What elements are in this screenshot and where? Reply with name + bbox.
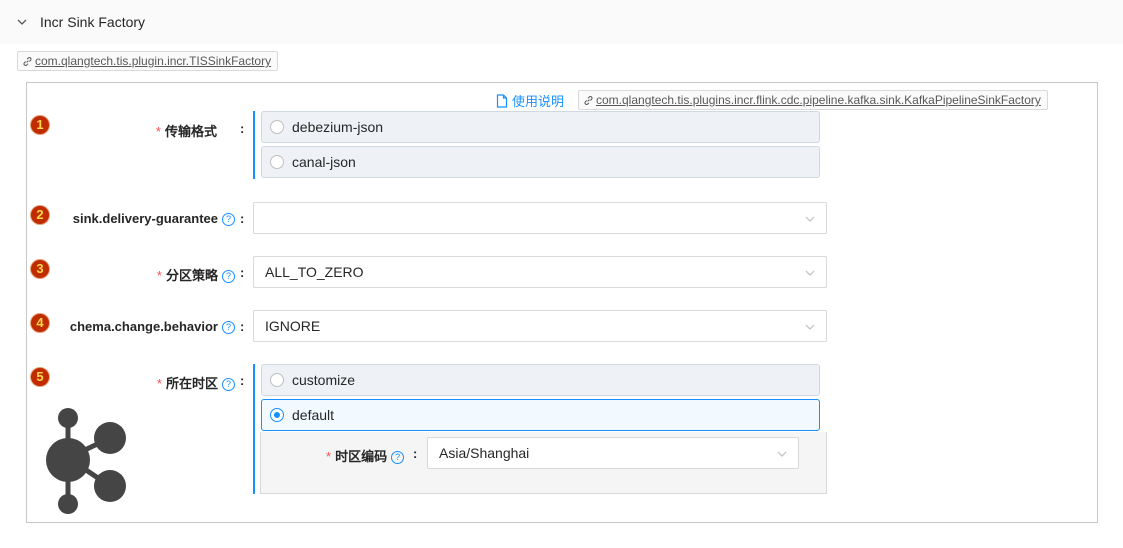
select-value: IGNORE bbox=[265, 318, 321, 334]
field-label-text: sink.delivery-guarantee bbox=[72, 211, 218, 226]
partition-strategy-select[interactable]: ALL_TO_ZERO bbox=[253, 256, 827, 288]
question-circle-icon[interactable]: ? bbox=[222, 270, 235, 283]
help-link-label: 使用说明 bbox=[512, 94, 565, 109]
field-label-schema-change-behavior: chema.change.behavior? bbox=[70, 319, 235, 334]
plugin-tag-label: com.qlangtech.tis.plugin.incr.TISSinkFac… bbox=[35, 54, 272, 68]
radio-circle[interactable] bbox=[270, 120, 284, 134]
radio-option-canal-json[interactable]: canal-json bbox=[261, 146, 820, 178]
radio-option-customize[interactable]: customize bbox=[261, 364, 820, 396]
question-circle-icon[interactable]: ? bbox=[391, 451, 405, 464]
schema-change-behavior-select[interactable]: IGNORE bbox=[253, 310, 827, 342]
colon: : bbox=[240, 265, 245, 280]
required-mark: * bbox=[326, 449, 332, 464]
node-graph-logo-icon bbox=[46, 408, 126, 514]
field-label-partition-strategy: * 分区策略? bbox=[157, 265, 235, 284]
question-circle-icon[interactable]: ? bbox=[222, 378, 235, 391]
step-badge-4: 4 bbox=[30, 313, 50, 333]
step-badge-2: 2 bbox=[30, 205, 50, 225]
radio-label: customize bbox=[292, 372, 356, 388]
required-mark: * bbox=[156, 268, 162, 283]
field-label-transport-format: * 传输格式 bbox=[156, 121, 217, 140]
radio-circle-selected[interactable] bbox=[270, 408, 284, 422]
radio-option-default[interactable]: default bbox=[261, 399, 820, 431]
question-circle-icon[interactable]: ? bbox=[222, 321, 235, 334]
select-value: Asia/Shanghai bbox=[439, 445, 530, 461]
colon: : bbox=[240, 211, 245, 226]
link-icon bbox=[23, 57, 32, 66]
radio-group-transport-format: debezium-json canal-json bbox=[253, 111, 829, 179]
required-mark: * bbox=[156, 376, 162, 391]
select-value: ALL_TO_ZERO bbox=[265, 264, 364, 280]
radio-circle[interactable] bbox=[270, 155, 284, 169]
colon: : bbox=[240, 319, 245, 334]
radio-circle[interactable] bbox=[270, 373, 284, 387]
chevron-down-icon bbox=[777, 451, 787, 457]
field-label-timezone-code: * 时区编码? bbox=[326, 446, 405, 465]
field-label-timezone: * 所在时区? bbox=[157, 373, 235, 392]
radio-option-debezium-json[interactable]: debezium-json bbox=[261, 111, 820, 143]
help-link[interactable]: 使用说明 bbox=[496, 91, 564, 110]
colon: : bbox=[240, 373, 245, 388]
section-header[interactable] bbox=[0, 0, 1123, 44]
step-badge-1: 1 bbox=[30, 115, 50, 135]
chevron-down-icon bbox=[805, 216, 815, 222]
field-label-text: 分区策略 bbox=[165, 268, 218, 283]
field-label-delivery-guarantee: sink.delivery-guarantee? bbox=[73, 211, 235, 226]
field-label-text: chema.change.behavior bbox=[69, 319, 218, 334]
question-circle-icon[interactable]: ? bbox=[222, 213, 235, 226]
delivery-guarantee-select[interactable] bbox=[253, 202, 827, 234]
colon: : bbox=[413, 446, 418, 461]
radio-label: canal-json bbox=[292, 154, 356, 170]
plugin-tag[interactable]: com.qlangtech.tis.plugin.incr.TISSinkFac… bbox=[17, 51, 279, 71]
link-icon bbox=[584, 96, 593, 105]
impl-tag-label: com.qlangtech.tis.plugins.incr.flink.cdc… bbox=[596, 93, 1041, 107]
field-label-text: 传输格式 bbox=[164, 124, 217, 139]
radio-label: debezium-json bbox=[292, 119, 384, 135]
field-label-text: 所在时区 bbox=[165, 376, 218, 391]
chevron-down-icon bbox=[805, 324, 815, 330]
colon: : bbox=[240, 121, 245, 136]
timezone-code-select[interactable]: Asia/Shanghai bbox=[427, 437, 799, 469]
impl-tag[interactable]: com.qlangtech.tis.plugins.incr.flink.cdc… bbox=[578, 90, 1048, 110]
step-badge-5: 5 bbox=[30, 367, 50, 387]
required-mark: * bbox=[155, 124, 161, 139]
document-icon bbox=[496, 94, 508, 108]
field-label-text: 时区编码 bbox=[335, 449, 388, 464]
step-badge-3: 3 bbox=[30, 259, 50, 279]
chevron-down-icon[interactable] bbox=[16, 16, 28, 28]
chevron-down-icon bbox=[805, 270, 815, 276]
radio-label: default bbox=[292, 407, 335, 423]
section-title: Incr Sink Factory bbox=[40, 14, 146, 30]
